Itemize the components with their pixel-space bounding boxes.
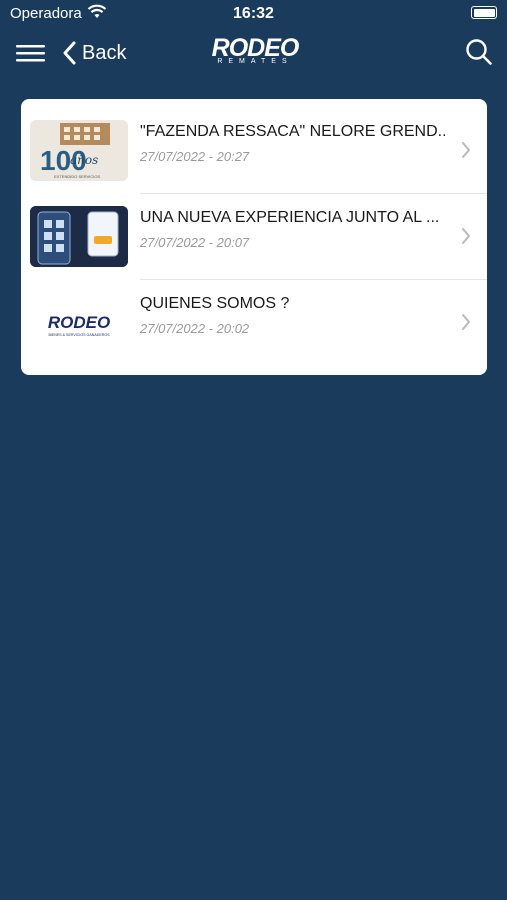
news-title: "FAZENDA RESSACA" NELORE GREND... bbox=[140, 123, 445, 140]
search-button[interactable] bbox=[465, 38, 493, 66]
back-label: Back bbox=[82, 41, 127, 64]
back-button[interactable]: Back bbox=[62, 38, 126, 68]
chevron-left-icon bbox=[63, 41, 76, 65]
news-item[interactable]: UNA NUEVA EXPERIENCIA JUNTO AL ... 27/07… bbox=[21, 185, 487, 271]
hamburger-icon bbox=[16, 45, 45, 62]
rodeo-logo: RODEO REMATES bbox=[205, 34, 305, 70]
logo-subtext: REMATES bbox=[217, 58, 293, 65]
news-thumbnail: 100 años EXTENDIDO SERVICIOS bbox=[30, 120, 128, 181]
navigation-bar: Back RODEO REMATES bbox=[0, 30, 507, 76]
chevron-right-icon bbox=[461, 227, 471, 250]
news-date: 27/07/2022 - 20:07 bbox=[140, 235, 250, 250]
battery-icon bbox=[471, 6, 497, 19]
thumb-caption: EXTENDIDO SERVICIOS bbox=[54, 174, 100, 179]
news-title: UNA NUEVA EXPERIENCIA JUNTO AL ... bbox=[140, 209, 440, 226]
news-item[interactable]: 100 años EXTENDIDO SERVICIOS "FAZENDA RE… bbox=[21, 99, 487, 185]
news-thumbnail bbox=[30, 206, 128, 267]
news-date: 27/07/2022 - 20:02 bbox=[140, 321, 250, 336]
thumb-word: años bbox=[70, 153, 98, 167]
search-icon bbox=[466, 39, 492, 65]
news-thumbnail: RODEO BIENES & SERVICIOS GANADEROS bbox=[30, 292, 128, 353]
chevron-right-icon bbox=[461, 141, 471, 164]
news-item[interactable]: RODEO BIENES & SERVICIOS GANADEROS QUIEN… bbox=[21, 271, 487, 357]
status-bar: Operadora 16:32 bbox=[0, 0, 507, 28]
news-date: 27/07/2022 - 20:27 bbox=[140, 149, 250, 164]
thumb-caption: BIENES & SERVICIOS GANADEROS bbox=[48, 333, 110, 337]
thumb-logo: RODEO bbox=[48, 313, 110, 332]
menu-button[interactable] bbox=[16, 41, 46, 65]
status-time: 16:32 bbox=[233, 5, 274, 22]
news-title: QUIENES SOMOS ? bbox=[140, 295, 290, 312]
news-list: 100 años EXTENDIDO SERVICIOS "FAZENDA RE… bbox=[21, 99, 487, 375]
chevron-right-icon bbox=[461, 313, 471, 336]
